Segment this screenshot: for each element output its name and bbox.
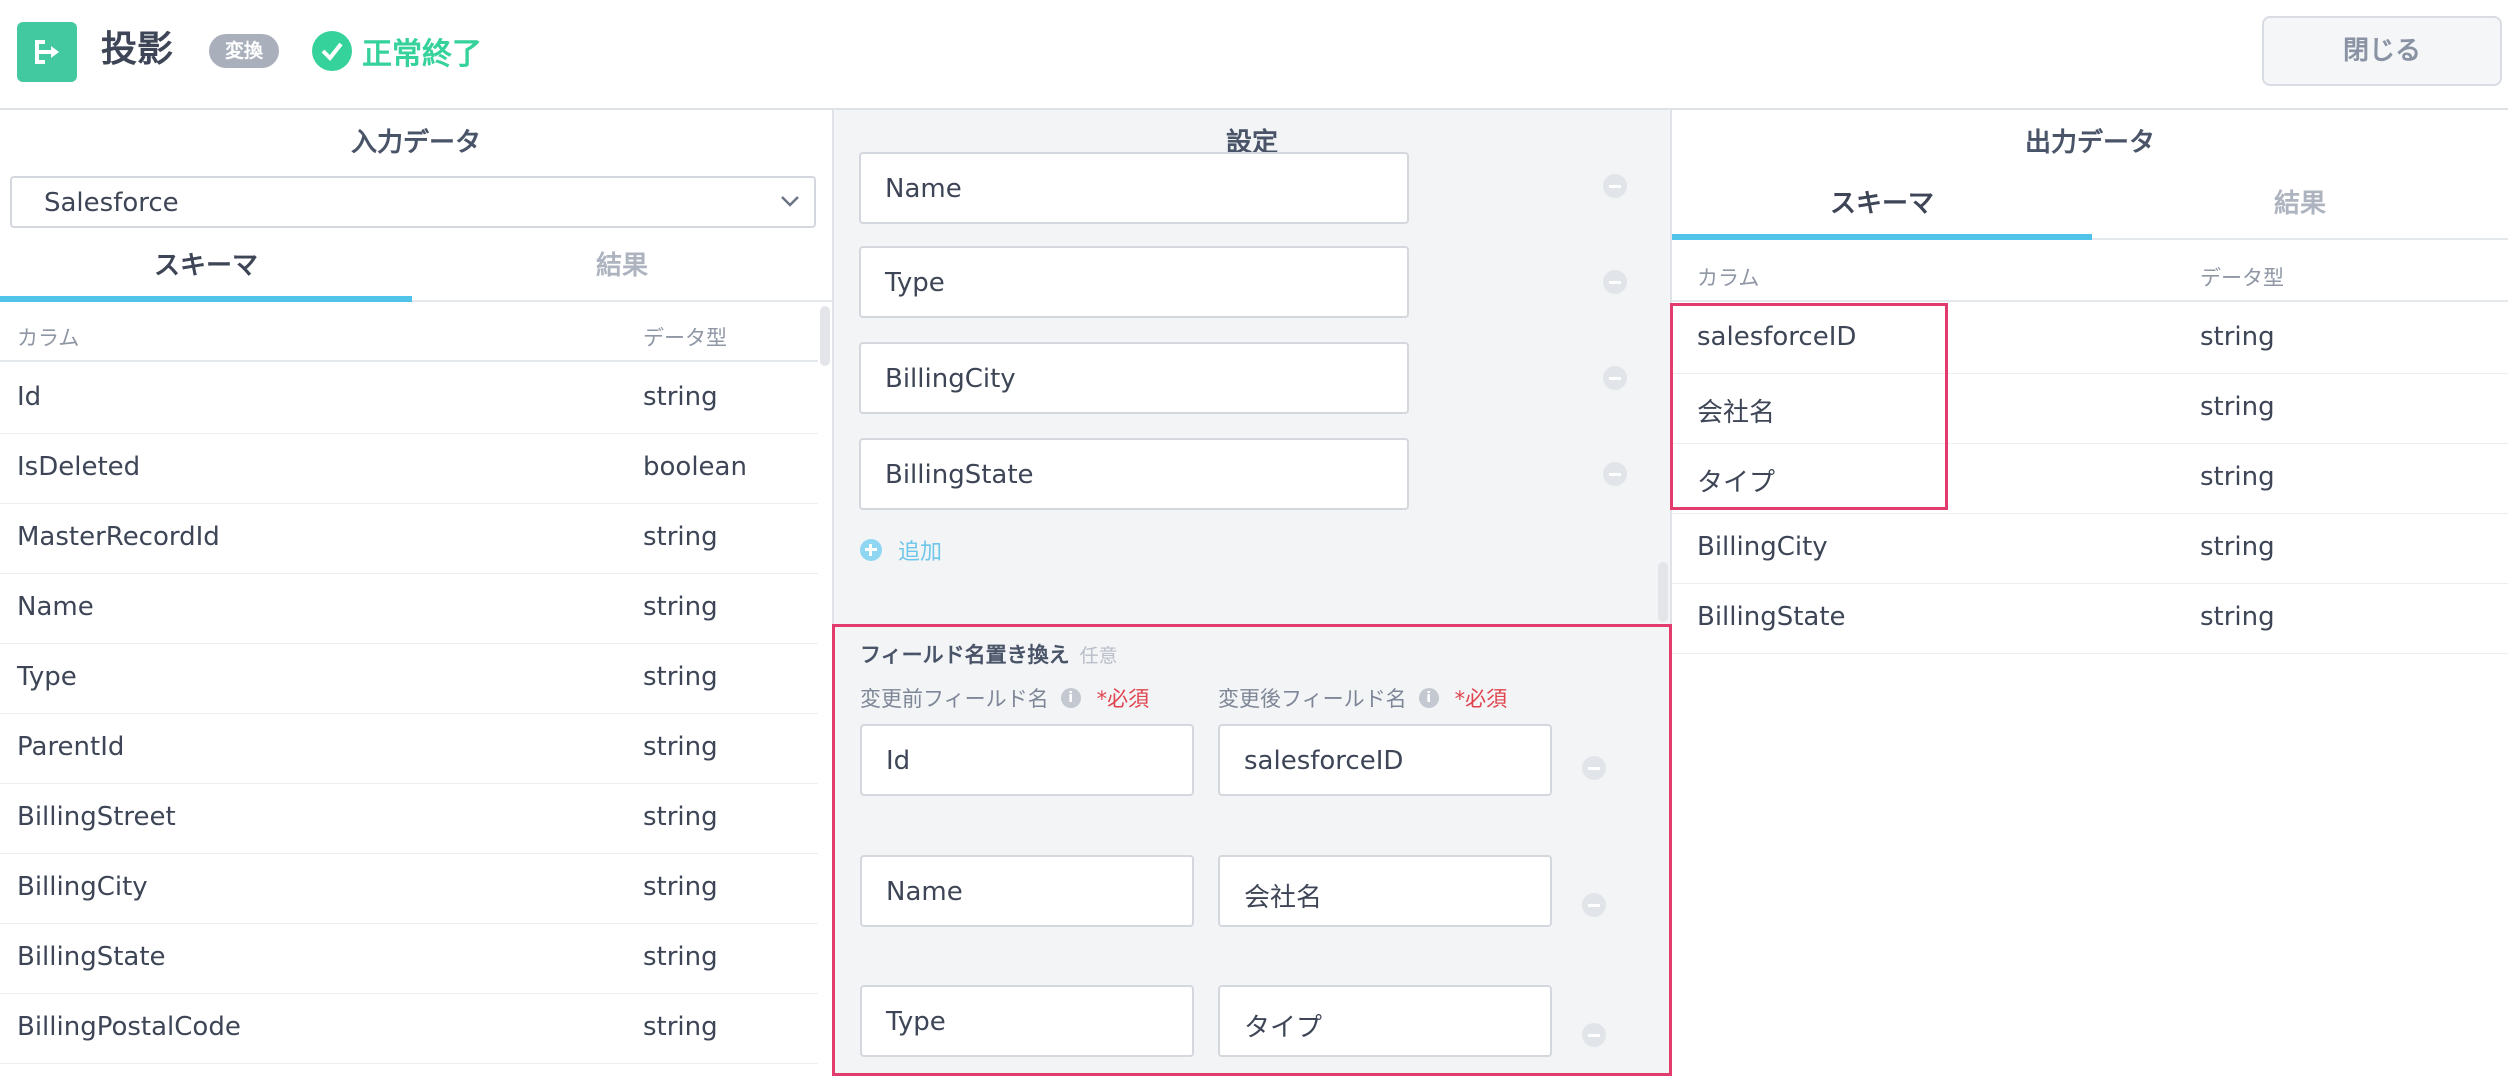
close-button[interactable]: 閉じる — [2262, 16, 2502, 86]
data-type: string — [643, 732, 718, 762]
header: 投影 変換 正常終了 閉じる — [0, 0, 2508, 110]
tab-schema[interactable]: スキーマ — [0, 238, 412, 302]
add-field-button[interactable]: 追加 — [860, 534, 942, 566]
column-name: Name — [17, 592, 94, 622]
data-type: boolean — [643, 452, 747, 482]
data-type: string — [643, 382, 718, 412]
type-header: データ型 — [2200, 266, 2284, 290]
after-field-input[interactable]: 会社名 — [1218, 855, 1552, 927]
plus-icon — [860, 539, 882, 561]
column-name: BillingCity — [1697, 532, 1828, 562]
column-name: BillingStreet — [17, 802, 176, 832]
info-icon[interactable]: i — [1418, 688, 1439, 708]
column-name: BillingCity — [17, 872, 148, 902]
after-field-input[interactable]: salesforceID — [1218, 724, 1552, 796]
data-type: string — [2200, 392, 2275, 422]
type-header: データ型 — [643, 326, 727, 350]
data-type: string — [2200, 532, 2275, 562]
data-type: string — [643, 662, 718, 692]
scrollbar[interactable] — [1658, 562, 1668, 622]
required-label: *必須 — [1096, 687, 1150, 711]
field-rename-section: フィールド名置き換え 任意 変更前フィールド名 i *必須 変更後フィールド名 i… — [832, 624, 1672, 1076]
check-icon — [312, 31, 352, 71]
remove-rename-icon[interactable] — [1582, 1023, 1606, 1047]
renamed-columns-highlight — [1670, 303, 1948, 510]
table-row: BillingCity string — [0, 854, 818, 924]
rename-label: フィールド名置き換え 任意 — [860, 643, 1118, 667]
data-type: string — [2200, 602, 2275, 632]
table-header: カラム データ型 — [1672, 246, 2508, 302]
data-type: string — [643, 942, 718, 972]
panel-title: 入力データ — [350, 128, 481, 158]
scrollbar[interactable] — [820, 306, 830, 366]
data-type: string — [643, 802, 718, 832]
page-title: 投影 — [101, 29, 174, 70]
table-row: BillingState string — [0, 924, 818, 994]
add-label: 追加 — [898, 540, 943, 565]
table-row: Name string — [0, 574, 818, 644]
source-select-value: Salesforce — [44, 188, 179, 218]
info-icon[interactable]: i — [1060, 688, 1081, 708]
data-type: string — [643, 1012, 718, 1042]
remove-field-icon[interactable] — [1603, 366, 1627, 390]
input-tabs: スキーマ 結果 — [0, 238, 832, 302]
column-header: カラム — [17, 326, 80, 350]
table-row: BillingStreet string — [0, 784, 818, 854]
field-input[interactable]: Type — [859, 246, 1409, 318]
data-type: string — [643, 872, 718, 902]
after-field-label: 変更後フィールド名 i *必須 — [1218, 683, 1507, 713]
tab-result[interactable]: 結果 — [2092, 176, 2508, 240]
table-header: カラム データ型 — [0, 306, 818, 362]
data-type: string — [643, 592, 718, 622]
status-indicator: 正常終了 — [312, 30, 482, 72]
remove-field-icon[interactable] — [1603, 174, 1627, 198]
panel-title: 出力データ — [2024, 128, 2155, 158]
data-type: string — [2200, 322, 2275, 352]
tab-result[interactable]: 結果 — [412, 238, 832, 302]
column-name: IsDeleted — [17, 452, 141, 482]
table-row: IsDeleted boolean — [0, 434, 818, 504]
projection-icon — [17, 22, 77, 82]
before-field-input[interactable]: Name — [860, 855, 1194, 927]
tab-schema[interactable]: スキーマ — [1672, 176, 2092, 240]
input-data-panel: 入力データ Salesforce スキーマ 結果 カラム データ型 Id stri… — [0, 110, 834, 1076]
table-row: Type string — [0, 644, 818, 714]
table-row: BillingCity string — [1672, 514, 2508, 584]
output-tabs: スキーマ 結果 — [1672, 176, 2508, 240]
table-row: ParentId string — [0, 714, 818, 784]
table-row: Id string — [0, 364, 818, 434]
column-name: BillingPostalCode — [17, 1012, 241, 1042]
before-field-input[interactable]: Type — [860, 985, 1194, 1057]
field-input[interactable]: Name — [859, 152, 1409, 224]
column-name: BillingState — [17, 942, 166, 972]
column-name: BillingState — [1697, 602, 1846, 632]
column-name: MasterRecordId — [17, 522, 220, 552]
column-name: Type — [17, 662, 77, 692]
data-type: string — [2200, 462, 2275, 492]
output-data-panel: 出力データ スキーマ 結果 カラム データ型 salesforceID strin… — [1672, 110, 2508, 1076]
remove-rename-icon[interactable] — [1582, 893, 1606, 917]
after-field-input[interactable]: タイプ — [1218, 985, 1552, 1057]
type-badge: 変換 — [209, 34, 280, 68]
data-type: string — [643, 522, 718, 552]
table-row: BillingState string — [1672, 584, 2508, 654]
remove-rename-icon[interactable] — [1582, 756, 1606, 780]
table-row: MasterRecordId string — [0, 504, 818, 574]
column-name: Id — [17, 382, 42, 412]
column-header: カラム — [1697, 266, 1760, 290]
before-field-label: 変更前フィールド名 i *必須 — [860, 683, 1149, 713]
remove-field-icon[interactable] — [1603, 270, 1627, 294]
chevron-down-icon — [781, 196, 799, 207]
column-name: ParentId — [17, 732, 125, 762]
source-select[interactable]: Salesforce — [10, 176, 816, 228]
table-row: BillingPostalCode string — [0, 994, 818, 1064]
optional-label: 任意 — [1079, 645, 1118, 667]
status-text: 正常終了 — [362, 37, 482, 72]
remove-field-icon[interactable] — [1603, 462, 1627, 486]
required-label: *必須 — [1454, 687, 1508, 711]
field-input[interactable]: BillingCity — [859, 342, 1409, 414]
before-field-input[interactable]: Id — [860, 724, 1194, 796]
field-input[interactable]: BillingState — [859, 438, 1409, 510]
